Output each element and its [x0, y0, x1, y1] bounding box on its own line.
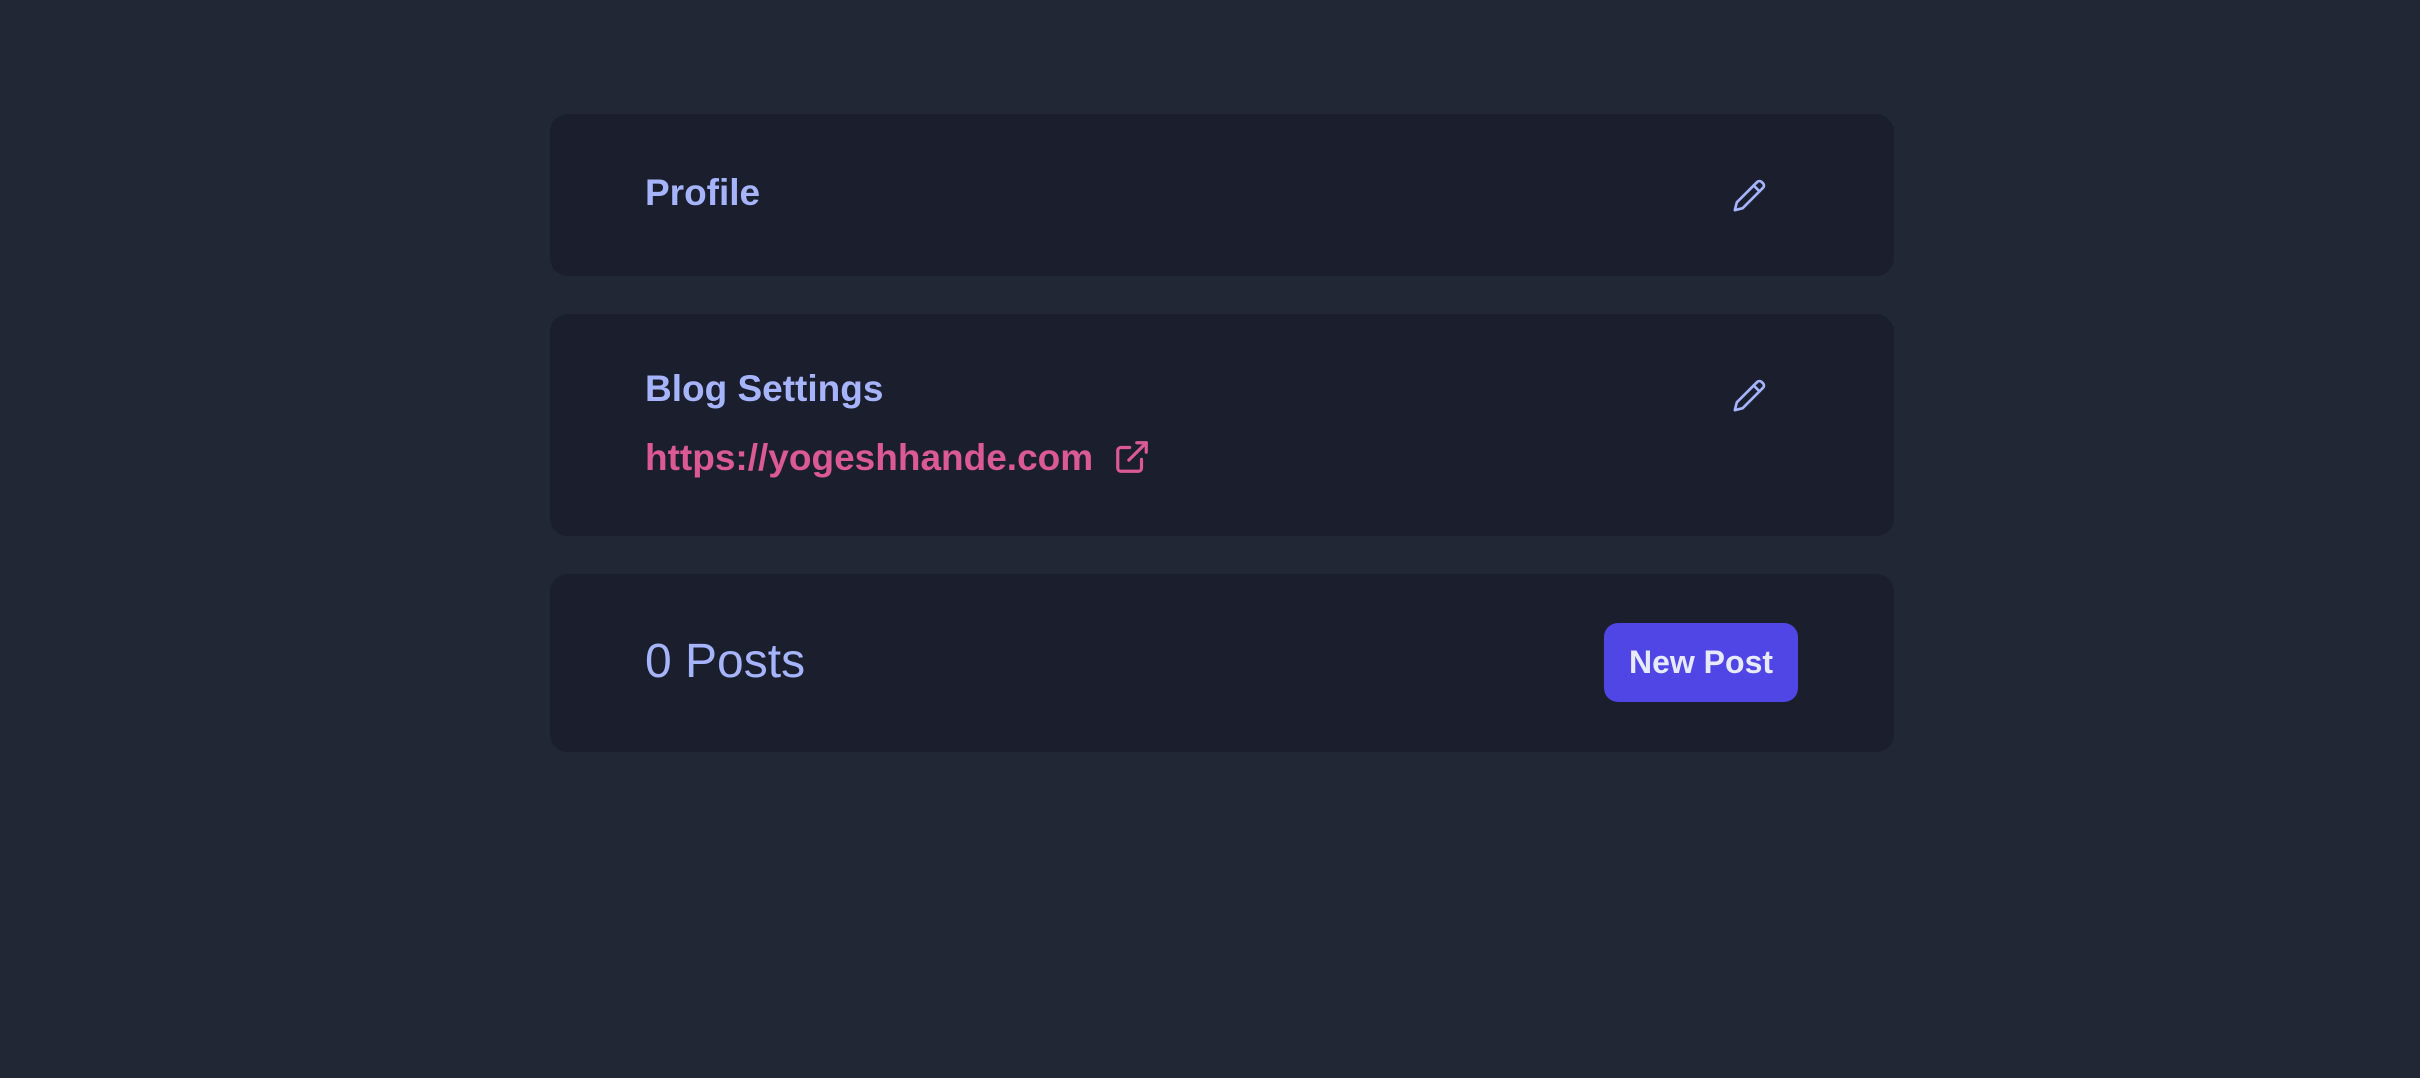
blog-settings-title: Blog Settings — [645, 368, 884, 409]
profile-title: Profile — [645, 172, 761, 213]
profile-card: Profile — [550, 114, 1894, 276]
blog-url-link[interactable]: https://yogeshhande.com — [645, 438, 1151, 476]
external-link-icon — [1113, 438, 1151, 476]
edit-profile-button[interactable] — [1725, 172, 1773, 220]
posts-card: 0 Posts New Post — [550, 574, 1894, 752]
new-post-button[interactable]: New Post — [1604, 623, 1798, 702]
posts-count: 0 Posts — [645, 635, 806, 688]
pencil-icon — [1733, 179, 1766, 212]
pencil-icon — [1733, 379, 1766, 412]
blog-settings-card: Blog Settings https://yogeshhande.com — [550, 314, 1894, 536]
edit-blog-settings-button[interactable] — [1725, 372, 1773, 420]
blog-url-text: https://yogeshhande.com — [645, 436, 1094, 478]
